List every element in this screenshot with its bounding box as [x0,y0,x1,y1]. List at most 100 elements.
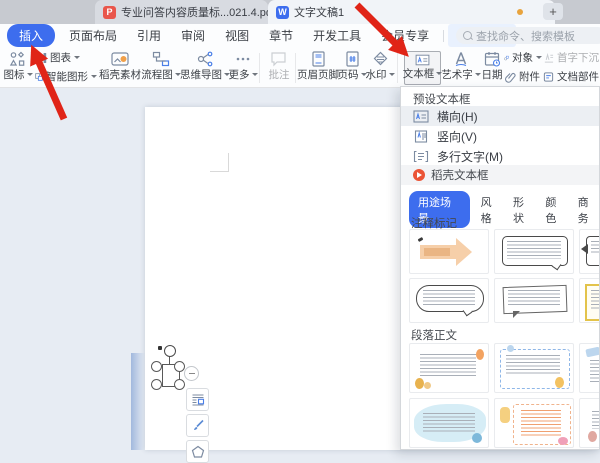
textbox-button[interactable]: 文本框 [404,51,441,85]
menu-item-label: 横向(H) [437,108,478,125]
ribbon-divider [295,53,296,83]
menu-item-vertical-textbox[interactable]: 竖向(V) [401,126,599,146]
calendar-icon [484,51,501,67]
comment-label: 批注 [269,67,290,82]
template-thumb-round-bubble[interactable] [409,278,489,323]
mindmap-label: 思维导图 [180,67,222,82]
header-footer-button[interactable]: 页眉页脚 [298,49,338,85]
object-button[interactable]: 对象 [504,49,542,66]
wordart-button[interactable]: 艺术字 [443,49,479,85]
chart-icon [35,52,47,64]
filter-style[interactable]: 风格 [481,194,502,226]
header-footer-label: 页眉页脚 [297,67,339,82]
collapse-toolbar-button[interactable] [184,366,199,381]
template-thumb-blue-cloud[interactable] [409,398,489,448]
rotate-handle[interactable] [164,345,176,357]
tab-references[interactable]: 引用 [127,24,171,47]
search-icon [463,31,472,40]
rotate-handle-stem [169,356,170,364]
resize-handle-top-left[interactable] [151,361,162,372]
menubar-divider [443,30,444,42]
section-paragraph-body: 段落正文 [411,327,457,343]
menu-item-label: 竖向(V) [437,128,477,145]
tab-page-layout[interactable]: 页面布局 [59,24,127,47]
wrap-text-icon [191,393,205,407]
tab-review[interactable]: 审阅 [171,24,215,47]
docer-material-icon [110,51,130,67]
mindmap-button[interactable]: 思维导图 [182,49,228,85]
chevron-down-icon [27,73,33,76]
doc-parts-label: 文档部件 [557,69,599,84]
document-tab-pdf[interactable]: P 专业问答内容质量标...021.4.pdf [95,0,268,24]
attachment-label: 附件 [519,69,540,84]
filter-shape[interactable]: 形状 [513,194,534,226]
drop-cap-icon [543,52,554,64]
template-thumb-arrow[interactable] [409,229,489,274]
watermark-icon [372,51,389,67]
wps-writer-icon: W [276,6,289,19]
tab-section[interactable]: 章节 [259,24,303,47]
template-thumb-sketch-bubble[interactable] [494,278,574,323]
doc-parts-button[interactable]: 文档部件 [543,68,599,85]
brush-style-button[interactable] [186,414,209,437]
new-tab-button[interactable]: + [543,3,563,20]
resize-handle-bottom-left[interactable] [151,379,162,390]
filter-business[interactable]: 商务 [578,194,599,226]
shape-change-button[interactable] [186,440,209,463]
object-label: 对象 [512,50,533,65]
docer-material-button[interactable]: 稻壳素材 [99,49,141,85]
template-thumb-yellow-box[interactable] [579,278,600,323]
margin-corner-mark [210,171,229,172]
watermark-button[interactable]: 水印 [366,49,394,85]
object-attachment-stack: 对象 附件 [504,49,542,85]
watermark-label: 水印 [366,67,387,82]
wrap-text-button[interactable] [186,388,209,411]
template-thumb-speech-bubble[interactable] [579,229,600,274]
paperclip-icon [504,71,516,83]
drop-cap-button-disabled: 首字下沉 [543,49,599,66]
icons-button[interactable]: 图标 [2,49,34,85]
resize-handle-bottom-right[interactable] [174,379,185,390]
smartart-button[interactable]: 智能图形 [35,68,97,85]
chevron-down-icon [252,73,258,76]
template-thumb-speech-bubble[interactable] [494,229,574,274]
chart-button[interactable]: 图表 [35,49,97,66]
template-thumb-card[interactable] [579,398,600,448]
icons-label: 图标 [4,67,25,82]
menu-item-multiline-text[interactable]: 多行文字(M) [401,146,599,166]
page-number-button[interactable]: 页码 [338,49,366,85]
textbox-dropdown-panel: 预设文本框 横向(H) 竖向(V) 多行文字(M) 稻壳文本框 用途场景 风格 … [400,86,600,450]
smartart-label: 智能图形 [46,69,88,84]
template-thumb-orange-dashed-card[interactable] [494,398,574,448]
pdf-file-icon: P [103,6,116,19]
dropcap-docparts-stack: 首字下沉 文档部件 [543,49,599,85]
tab-developer-tools[interactable]: 开发工具 [303,24,371,47]
date-button[interactable]: 日期 [479,49,505,85]
tab-view[interactable]: 视图 [215,24,259,47]
filter-color[interactable]: 颜色 [545,194,566,226]
smartart-icon [35,71,43,83]
template-thumb-dashed-blue-card[interactable] [494,343,574,393]
wordart-label: 艺术字 [441,67,473,82]
anchor-mark [158,346,162,350]
tab-insert[interactable]: 插入 [7,24,55,47]
document-tab-active[interactable]: W 文字文稿1 [268,0,555,24]
docer-material-label: 稻壳素材 [99,67,141,82]
attachment-button[interactable]: 附件 [504,68,542,85]
multiline-text-icon [413,150,429,163]
comment-bubble-icon [270,51,288,67]
more-button[interactable]: 更多 [228,49,258,85]
doc-tab-title: 文字文稿1 [294,4,344,20]
page-edge-highlight [131,353,145,450]
chevron-down-icon [389,73,395,76]
unsaved-indicator-dot [517,9,523,15]
template-thumb-card[interactable] [579,343,600,393]
menu-item-horizontal-textbox[interactable]: 横向(H) [401,106,599,126]
flowchart-label: 流程图 [141,67,173,82]
search-input[interactable]: 查找命令、搜索模板 [456,27,600,44]
template-thumb-card-characters[interactable] [409,343,489,393]
ribbon-divider [397,53,398,83]
shapes-cluster-icon [9,51,27,67]
tab-member-exclusive[interactable]: 会员专享 [371,24,439,47]
flowchart-button[interactable]: 流程图 [141,49,181,85]
